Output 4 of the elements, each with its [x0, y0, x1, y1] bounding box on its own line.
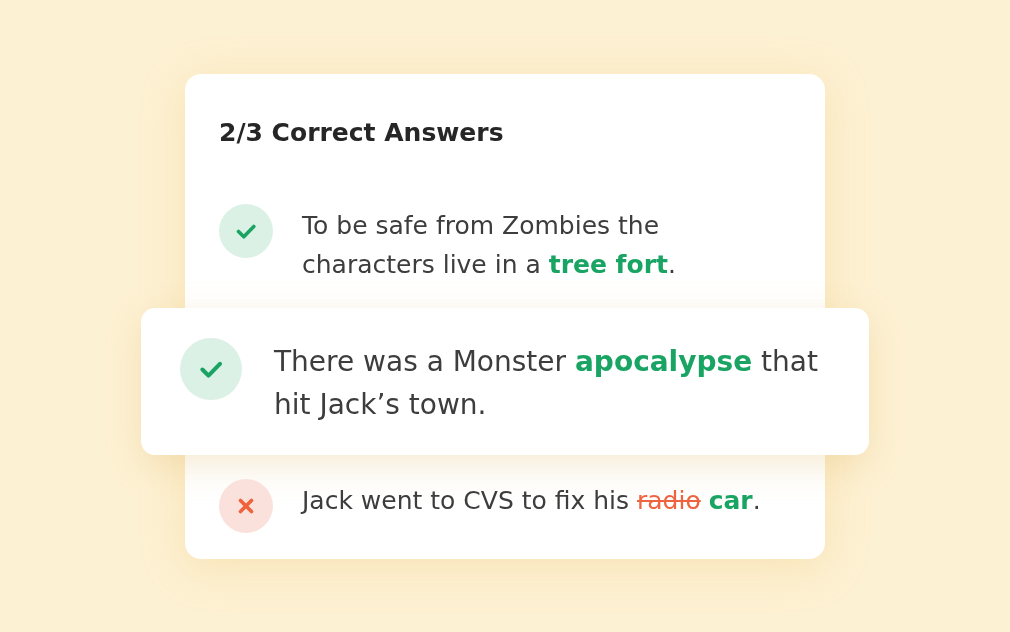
answer-text: To be safe from Zombies the characters live in a tree fort.	[302, 209, 677, 281]
results-title: 2/3 Correct Answers	[219, 117, 505, 148]
answer-text: Jack went to CVS to fix his radio car.	[302, 484, 762, 517]
answer-text: There was a Monster apocalypse that hit Jack’s town.	[274, 343, 819, 423]
